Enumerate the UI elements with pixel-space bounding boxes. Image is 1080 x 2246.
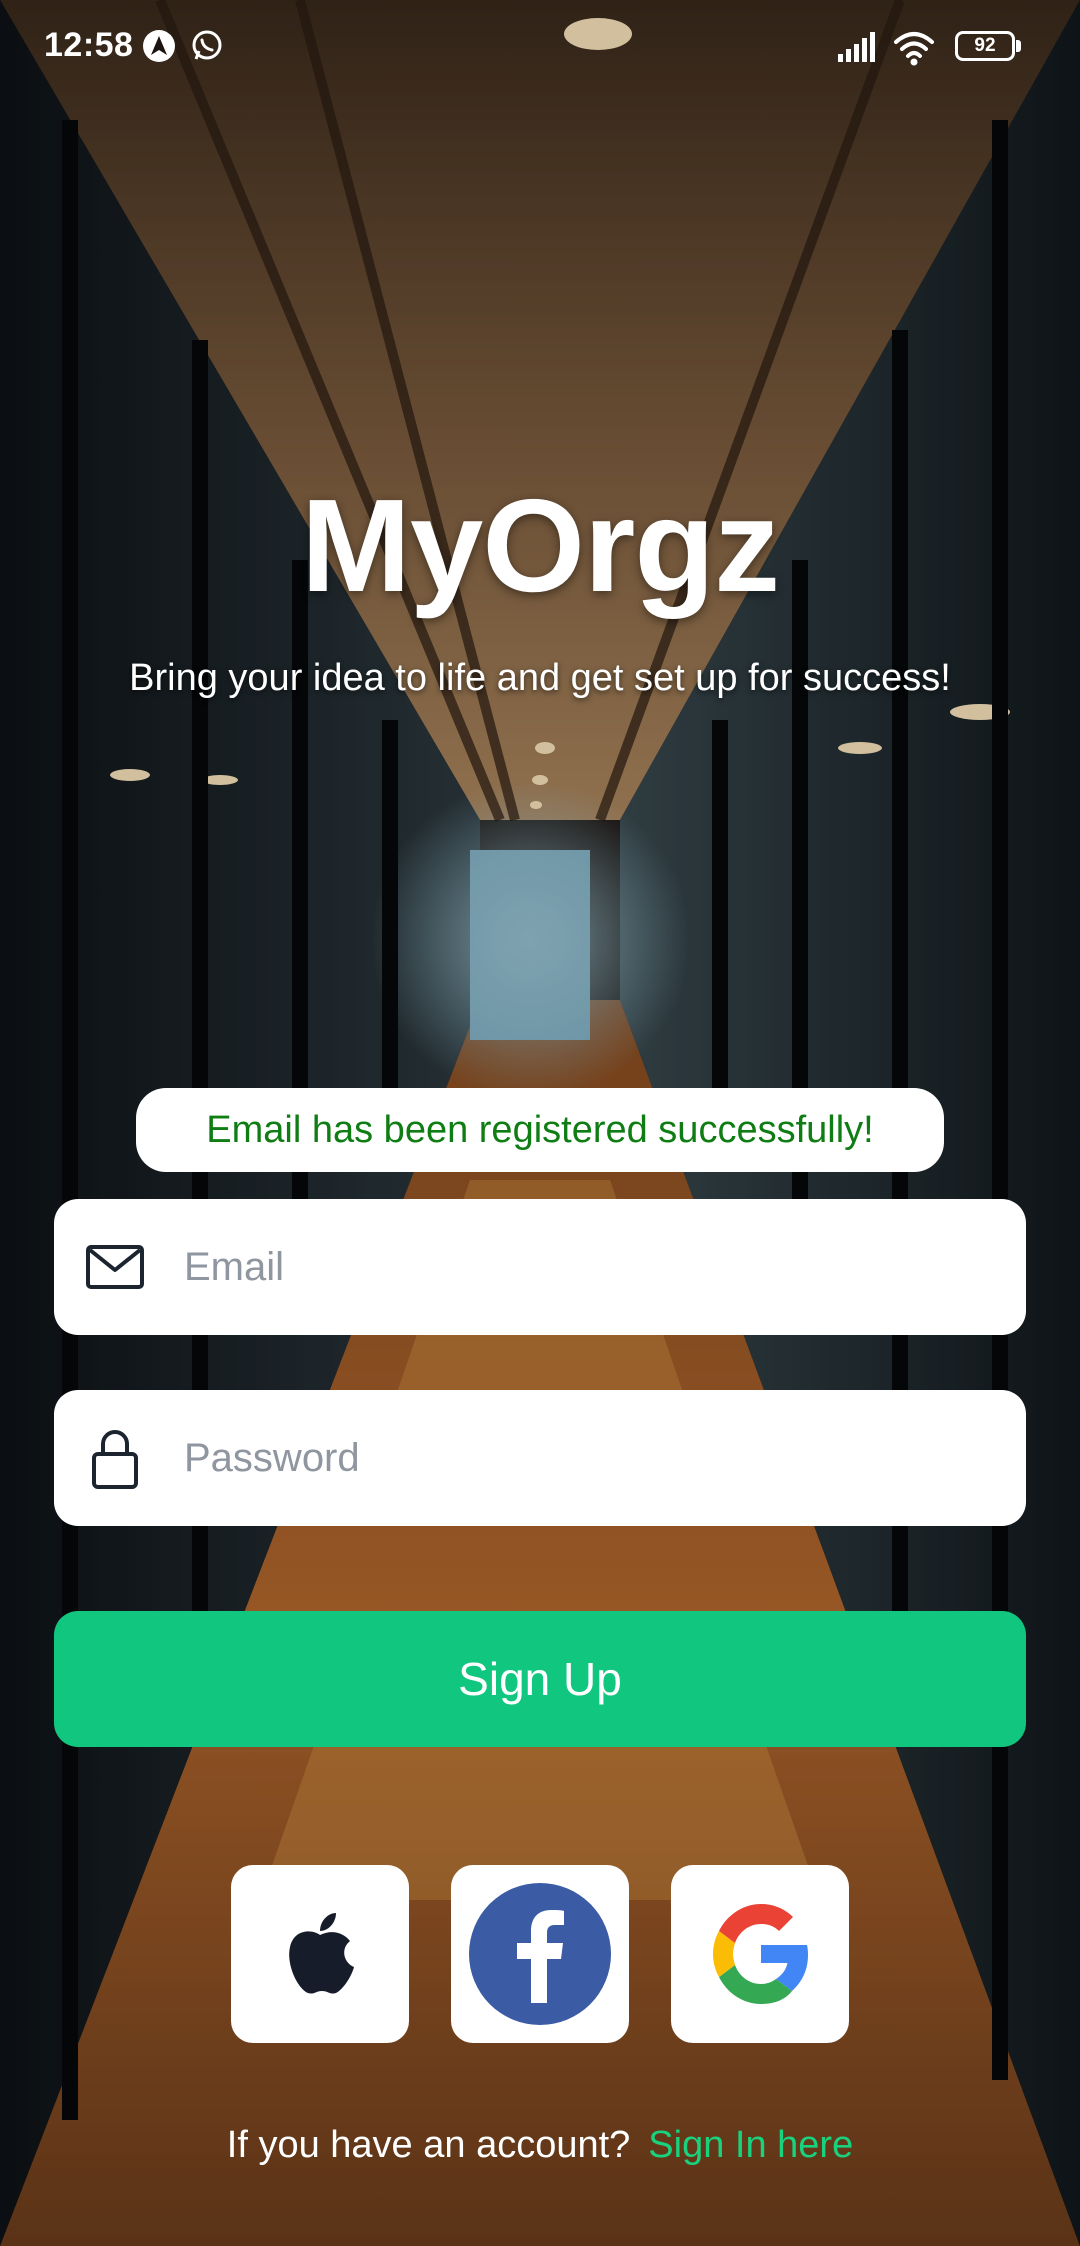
password-field-container[interactable] (54, 1390, 1026, 1526)
status-time: 12:58 (44, 26, 134, 64)
toast-message: Email has been registered successfully! (206, 1108, 874, 1151)
sign-in-prompt-text: If you have an account? (226, 2124, 631, 2166)
battery-level: 92 (974, 35, 996, 56)
tagline: Bring your idea to life and get set up f… (129, 657, 951, 699)
apple-login-button[interactable] (231, 1865, 409, 2043)
success-toast: Email has been registered successfully! (136, 1088, 944, 1172)
envelope-icon (84, 1236, 146, 1298)
google-icon (713, 1904, 808, 2004)
wifi-icon (894, 32, 934, 66)
facebook-icon (469, 1883, 611, 2025)
password-input[interactable] (182, 1417, 966, 1499)
sign-up-label: Sign Up (458, 1653, 622, 1705)
facebook-login-button[interactable] (451, 1865, 629, 2043)
app-title: MyOrgz (300, 472, 780, 619)
signup-screen: 12:58 92 MyOrgz Bring your idea to life … (0, 0, 1080, 2246)
battery-indicator: 92 (955, 31, 1015, 61)
navigation-app-icon (143, 30, 175, 62)
sign-up-button[interactable]: Sign Up (54, 1611, 1026, 1747)
status-bar: 12:58 92 (0, 0, 1080, 96)
lock-icon (84, 1427, 146, 1489)
whatsapp-icon (192, 30, 222, 60)
sign-in-link[interactable]: Sign In here (648, 2124, 853, 2166)
email-field-container[interactable] (54, 1199, 1026, 1335)
signal-icon (838, 32, 875, 62)
email-input[interactable] (182, 1226, 966, 1308)
apple-icon (289, 1913, 354, 1994)
sign-in-prompt: If you have an account? Sign In here (0, 2124, 1080, 2167)
battery-tip (1016, 40, 1021, 52)
google-login-button[interactable] (671, 1865, 849, 2043)
